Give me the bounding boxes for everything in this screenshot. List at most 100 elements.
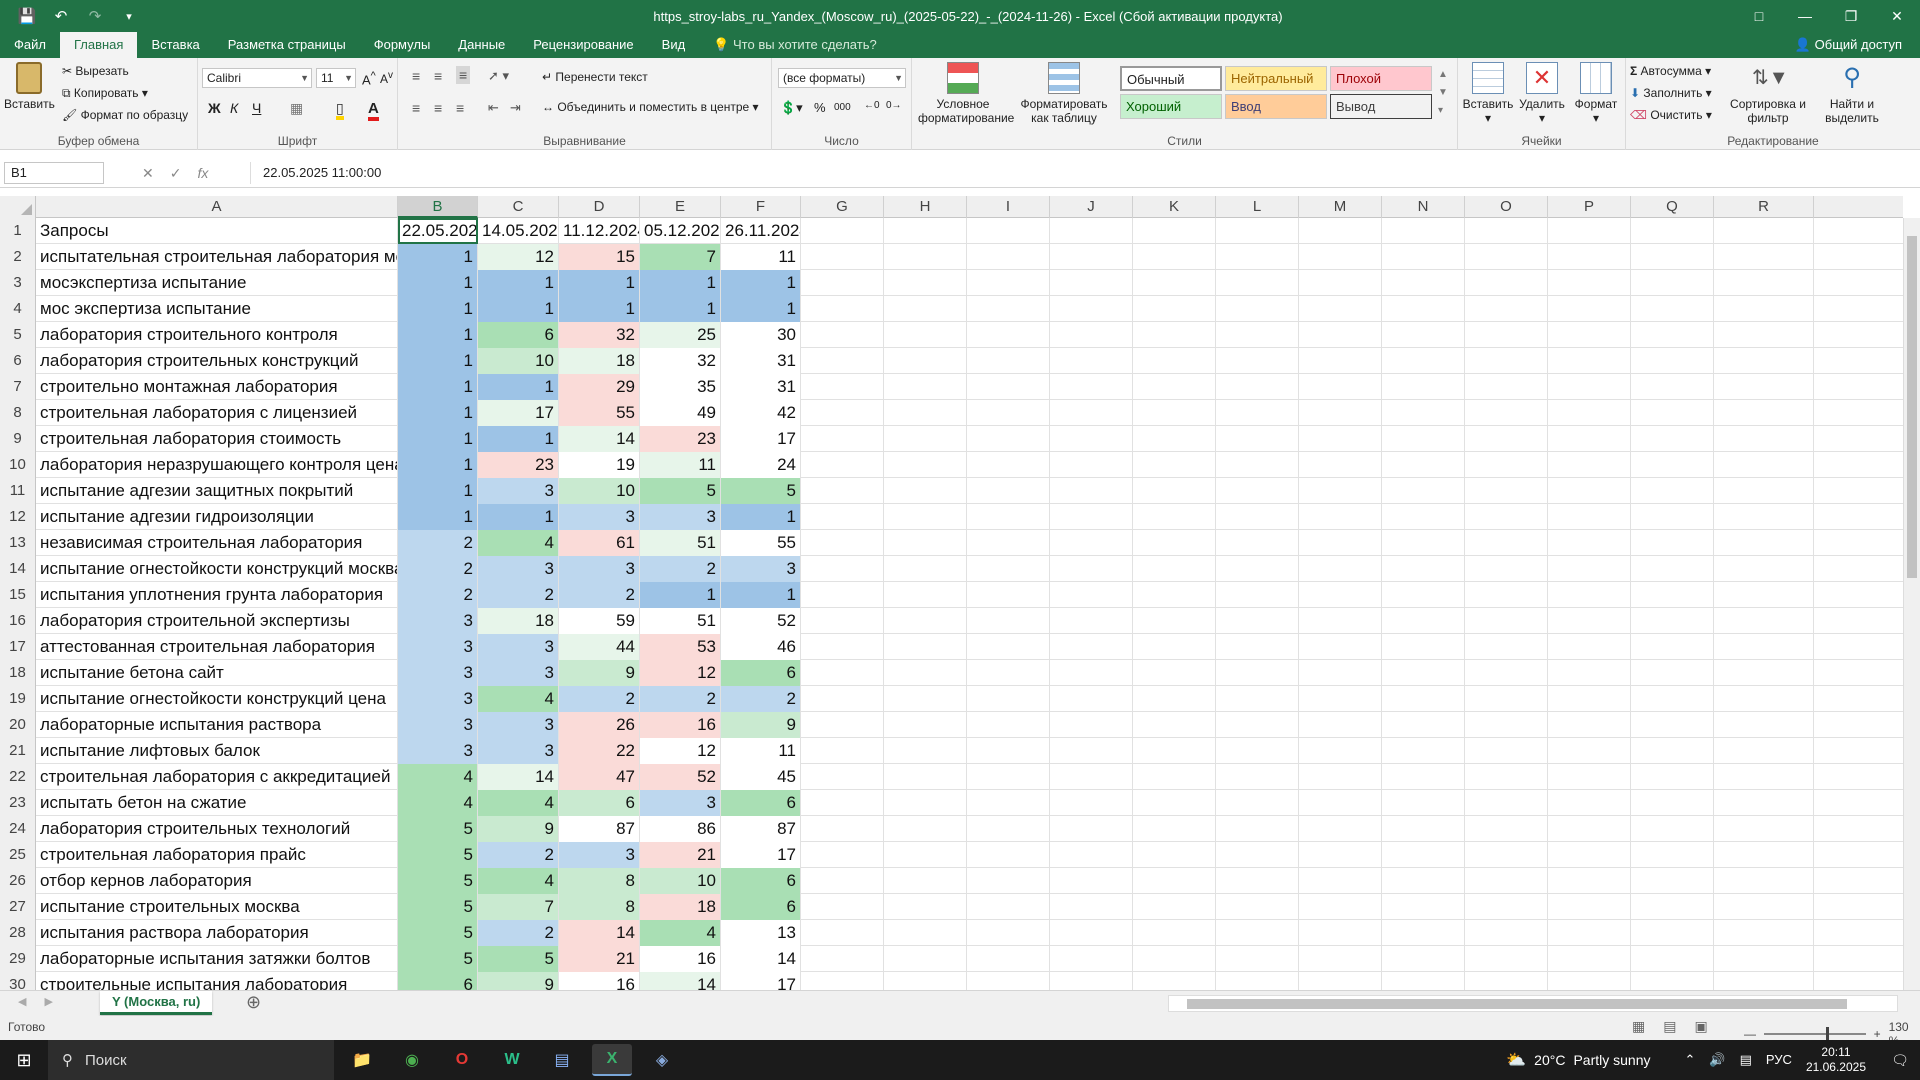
value-cell[interactable]: 87: [721, 816, 801, 842]
value-cell[interactable]: 16: [559, 972, 640, 990]
value-cell[interactable]: 2: [478, 920, 559, 946]
empty-cell[interactable]: [1382, 712, 1465, 738]
query-cell[interactable]: строительная лаборатория прайс: [36, 842, 398, 868]
empty-cell[interactable]: [1465, 764, 1548, 790]
value-cell[interactable]: 16: [640, 712, 721, 738]
value-cell[interactable]: 87: [559, 816, 640, 842]
empty-cell[interactable]: [1050, 244, 1133, 270]
empty-cell[interactable]: [1216, 556, 1299, 582]
empty-cell[interactable]: [1548, 712, 1631, 738]
empty-cell[interactable]: [1631, 946, 1714, 972]
style-normal[interactable]: Обычный: [1120, 66, 1222, 91]
query-cell[interactable]: строительная лаборатория с аккредитацией: [36, 764, 398, 790]
value-cell[interactable]: 1: [398, 504, 478, 530]
empty-cell[interactable]: [1382, 790, 1465, 816]
empty-cell[interactable]: [1133, 530, 1216, 556]
percent-icon[interactable]: %: [814, 100, 826, 115]
column-header-r[interactable]: R: [1714, 196, 1814, 218]
empty-cell[interactable]: [1714, 400, 1814, 426]
value-cell[interactable]: 11: [721, 738, 801, 764]
accounting-icon[interactable]: 💲▾: [780, 100, 803, 116]
query-cell[interactable]: испытание строительных москва: [36, 894, 398, 920]
empty-cell[interactable]: [1714, 452, 1814, 478]
value-cell[interactable]: 5: [398, 868, 478, 894]
empty-cell[interactable]: [884, 920, 967, 946]
header-cell-date[interactable]: 14.05.2025: [478, 218, 559, 244]
value-cell[interactable]: 1: [398, 322, 478, 348]
page-layout-view-icon[interactable]: ▤: [1663, 1018, 1676, 1035]
empty-cell[interactable]: [1548, 348, 1631, 374]
empty-cell[interactable]: [1631, 972, 1714, 990]
empty-cell[interactable]: [1714, 556, 1814, 582]
taskbar-search[interactable]: ⚲ Поиск: [48, 1040, 334, 1080]
tab-page-layout[interactable]: Разметка страницы: [214, 32, 360, 58]
empty-cell[interactable]: [1548, 686, 1631, 712]
column-header-e[interactable]: E: [640, 196, 721, 218]
font-name-select[interactable]: Calibri ▼: [202, 68, 312, 88]
empty-cell[interactable]: [1631, 452, 1714, 478]
empty-cell[interactable]: [1133, 894, 1216, 920]
value-cell[interactable]: 51: [640, 608, 721, 634]
row-header[interactable]: 17: [0, 634, 36, 660]
empty-cell[interactable]: [1216, 738, 1299, 764]
empty-cell[interactable]: [967, 946, 1050, 972]
find-select-button[interactable]: ⚲ Найти и выделить: [1812, 62, 1892, 125]
empty-cell[interactable]: [1216, 582, 1299, 608]
column-header-n[interactable]: N: [1382, 196, 1465, 218]
value-cell[interactable]: 3: [640, 790, 721, 816]
empty-cell[interactable]: [967, 296, 1050, 322]
empty-cell[interactable]: [1465, 296, 1548, 322]
empty-cell[interactable]: [967, 894, 1050, 920]
empty-cell[interactable]: [1299, 712, 1382, 738]
empty-cell[interactable]: [801, 296, 884, 322]
query-cell[interactable]: лабораторные испытания раствора: [36, 712, 398, 738]
empty-cell[interactable]: [1382, 322, 1465, 348]
excel-app-icon[interactable]: X: [592, 1044, 632, 1076]
value-cell[interactable]: 1: [398, 452, 478, 478]
tab-insert[interactable]: Вставка: [137, 32, 213, 58]
empty-cell[interactable]: [1631, 816, 1714, 842]
weather-widget[interactable]: ⛅ 20°C Partly sunny: [1506, 1050, 1650, 1070]
row-header[interactable]: 2: [0, 244, 36, 270]
empty-cell[interactable]: [1299, 270, 1382, 296]
empty-cell[interactable]: [1382, 634, 1465, 660]
empty-cell[interactable]: [1050, 868, 1133, 894]
value-cell[interactable]: 9: [478, 816, 559, 842]
empty-cell[interactable]: [1631, 270, 1714, 296]
empty-cell[interactable]: [1216, 790, 1299, 816]
empty-cell[interactable]: [801, 426, 884, 452]
word-app-icon[interactable]: W: [492, 1044, 532, 1076]
empty-cell[interactable]: [1382, 504, 1465, 530]
empty-cell[interactable]: [967, 712, 1050, 738]
query-cell[interactable]: испытание огнестойкости конструкций моск…: [36, 556, 398, 582]
empty-cell[interactable]: [1382, 816, 1465, 842]
value-cell[interactable]: 12: [640, 738, 721, 764]
empty-cell[interactable]: [967, 218, 1050, 244]
empty-cell[interactable]: [884, 218, 967, 244]
empty-cell[interactable]: [1714, 972, 1814, 990]
value-cell[interactable]: 3: [398, 738, 478, 764]
empty-cell[interactable]: [1382, 478, 1465, 504]
value-cell[interactable]: 1: [721, 582, 801, 608]
value-cell[interactable]: 19: [559, 452, 640, 478]
network-icon[interactable]: ▤: [1740, 1052, 1752, 1068]
empty-cell[interactable]: [1631, 634, 1714, 660]
empty-cell[interactable]: [1050, 764, 1133, 790]
value-cell[interactable]: 3: [478, 478, 559, 504]
value-cell[interactable]: 53: [640, 634, 721, 660]
value-cell[interactable]: 18: [640, 894, 721, 920]
value-cell[interactable]: 7: [478, 894, 559, 920]
value-cell[interactable]: 55: [559, 400, 640, 426]
empty-cell[interactable]: [1382, 244, 1465, 270]
row-header[interactable]: 12: [0, 504, 36, 530]
empty-cell[interactable]: [1216, 660, 1299, 686]
value-cell[interactable]: 6: [721, 894, 801, 920]
empty-cell[interactable]: [1216, 530, 1299, 556]
empty-cell[interactable]: [1299, 946, 1382, 972]
value-cell[interactable]: 5: [398, 842, 478, 868]
empty-cell[interactable]: [1382, 972, 1465, 990]
empty-cell[interactable]: [1631, 504, 1714, 530]
empty-cell[interactable]: [967, 504, 1050, 530]
sheet-tab[interactable]: Y (Москва, ru): [100, 991, 213, 1015]
empty-cell[interactable]: [801, 894, 884, 920]
